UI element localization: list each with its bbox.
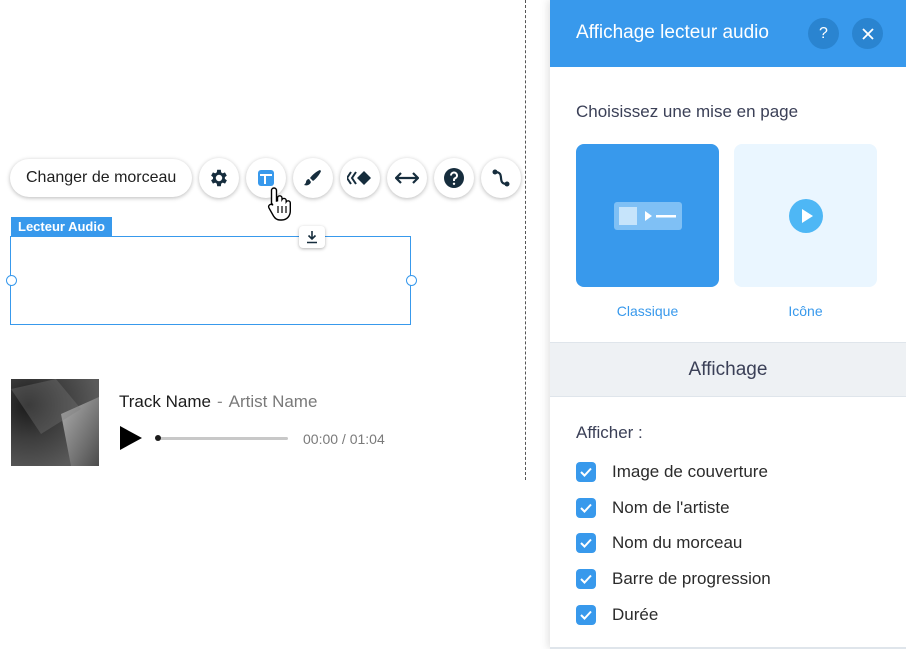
audio-player-layout-panel: Affichage lecteur audio ? Choisissez une… xyxy=(550,0,906,649)
show-label: Afficher : xyxy=(576,423,643,442)
checkmark-icon xyxy=(580,503,592,513)
checkbox-progress-bar[interactable] xyxy=(576,569,596,589)
question-mark-icon: ? xyxy=(819,24,828,42)
track-duration: 00:00 / 01:04 xyxy=(303,431,385,447)
option-track-name[interactable]: Nom du morceau xyxy=(576,532,742,554)
display-section-title: Affichage xyxy=(688,358,768,380)
layout-label-icon[interactable]: Icône xyxy=(734,303,877,319)
option-cover-image[interactable]: Image de couverture xyxy=(576,461,768,483)
panel-help-button[interactable]: ? xyxy=(808,18,839,49)
panel-title: Affichage lecteur audio xyxy=(576,22,769,43)
option-label: Image de couverture xyxy=(612,462,768,481)
checkbox-duration[interactable] xyxy=(576,605,596,625)
option-artist-name[interactable]: Nom de l'artiste xyxy=(576,497,730,519)
artist-name: Artist Name xyxy=(228,392,318,411)
download-button[interactable] xyxy=(299,226,325,248)
settings-button[interactable] xyxy=(199,158,240,198)
checkbox-cover-image[interactable] xyxy=(576,462,596,482)
checkbox-artist-name[interactable] xyxy=(576,498,596,518)
resize-handle-left[interactable] xyxy=(6,275,17,286)
change-track-button[interactable]: Changer de morceau xyxy=(10,159,193,197)
stretch-icon xyxy=(395,172,420,184)
option-duration[interactable]: Durée xyxy=(576,604,658,626)
download-icon xyxy=(307,231,317,244)
progress-knob[interactable] xyxy=(155,435,161,441)
display-section-header: Affichage xyxy=(550,342,906,397)
checkmark-icon xyxy=(580,574,592,584)
animation-icon xyxy=(347,171,372,185)
classic-layout-icon xyxy=(613,201,682,230)
paint-brush-icon xyxy=(304,170,322,186)
track-separator: - xyxy=(216,392,223,411)
progress-bar[interactable] xyxy=(156,437,288,440)
checkbox-track-name[interactable] xyxy=(576,533,596,553)
design-button[interactable] xyxy=(293,158,334,198)
resize-handle-right[interactable] xyxy=(406,275,417,286)
option-label: Nom du morceau xyxy=(612,533,743,552)
option-progress-bar[interactable]: Barre de progression xyxy=(576,568,771,590)
help-icon xyxy=(444,168,465,188)
element-name-tag: Lecteur Audio xyxy=(11,217,112,236)
layout-label-classic[interactable]: Classique xyxy=(576,303,719,319)
play-icon[interactable] xyxy=(119,425,143,451)
option-label: Barre de progression xyxy=(612,569,771,588)
checkmark-icon xyxy=(580,467,592,477)
panel-header: Affichage lecteur audio ? xyxy=(550,0,906,67)
layout-option-icon[interactable] xyxy=(734,144,877,287)
selected-element-frame[interactable] xyxy=(10,236,411,325)
option-label: Nom de l'artiste xyxy=(612,498,730,517)
track-info: Track Name - Artist Name xyxy=(119,392,317,412)
layout-section-label: Choisissez une mise en page xyxy=(576,102,799,121)
gear-icon xyxy=(211,169,228,187)
connect-button[interactable] xyxy=(481,158,522,198)
play-circle-icon xyxy=(788,198,823,233)
animation-button[interactable] xyxy=(340,158,381,198)
cover-image xyxy=(11,379,99,466)
hand-cursor-icon xyxy=(267,187,291,221)
layout-icon xyxy=(258,170,275,186)
checkmark-icon xyxy=(580,610,592,620)
layout-option-classic[interactable] xyxy=(576,144,719,287)
page-boundary-guide xyxy=(525,0,526,480)
help-button[interactable] xyxy=(434,158,475,198)
checkmark-icon xyxy=(580,538,592,548)
option-label: Durée xyxy=(612,605,659,624)
close-icon xyxy=(861,27,874,40)
panel-close-button[interactable] xyxy=(852,18,883,49)
connect-icon xyxy=(492,169,510,187)
stretch-button[interactable] xyxy=(387,158,428,198)
track-name: Track Name xyxy=(119,392,211,411)
